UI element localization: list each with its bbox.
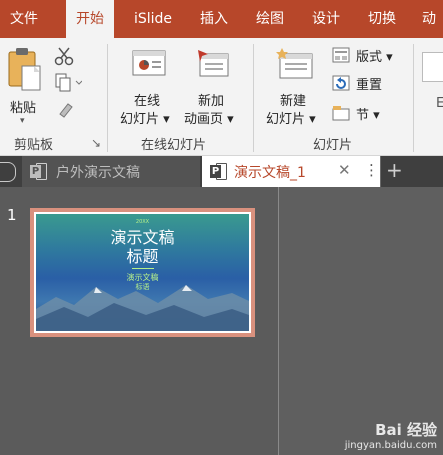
tab-divider bbox=[380, 156, 381, 187]
new-animation-page-label-2: 动画页 ▾ bbox=[184, 112, 234, 127]
tab-outdoor-presentation[interactable]: P 户外演示文稿 bbox=[22, 156, 200, 187]
new-animation-page-button[interactable]: 新加 动画页 ▾ bbox=[184, 46, 248, 130]
slide-title-line-2: 标题 bbox=[126, 247, 159, 266]
add-tab-icon[interactable]: + bbox=[386, 158, 403, 182]
title-underline bbox=[132, 268, 154, 269]
online-slides-label-2: 幻灯片 ▾ bbox=[120, 112, 170, 127]
menu-tab-animations[interactable]: 动 bbox=[414, 0, 443, 38]
reset-label: 重置 bbox=[356, 78, 383, 93]
slide-thumbnail[interactable]: 20XX 演示文稿 标题 演示文稿 标语 bbox=[30, 208, 255, 337]
slides-group-label: 幻灯片 bbox=[313, 138, 353, 153]
menu-tab-design[interactable]: 设计 bbox=[302, 0, 350, 38]
document-tabs-bar: P 户外演示文稿 P 演示文稿_1 ✕ ⋮ + bbox=[0, 156, 443, 187]
ribbon: 粘贴 ▾ 剪贴板 ↘ 在线 幻灯片 ▾ 新加 动画页 ▾ 在线幻灯片 新建 幻灯… bbox=[0, 38, 443, 156]
ribbon-separator bbox=[413, 44, 414, 152]
menu-tab-islide[interactable]: iSlide bbox=[124, 0, 182, 38]
new-slide-label-1: 新建 bbox=[280, 94, 307, 109]
paste-label: 粘贴 bbox=[10, 101, 37, 116]
new-slide-label-2: 幻灯片 ▾ bbox=[266, 112, 316, 127]
section-label: 节 ▾ bbox=[356, 108, 380, 123]
slide-edit-area[interactable] bbox=[279, 187, 443, 455]
ribbon-separator bbox=[107, 44, 108, 152]
section-icon bbox=[332, 106, 350, 121]
menu-tab-home[interactable]: 开始 bbox=[66, 0, 114, 38]
clipboard-group-label: 剪贴板 bbox=[14, 138, 54, 153]
menu-bar: 文件 开始 iSlide 插入 绘图 设计 切换 动 bbox=[0, 0, 443, 38]
copy-icon[interactable] bbox=[54, 72, 82, 92]
menu-tab-transitions[interactable]: 切换 bbox=[358, 0, 406, 38]
online-slides-icon bbox=[132, 50, 166, 76]
tab-scroll-icon[interactable] bbox=[0, 162, 16, 182]
cut-icon[interactable] bbox=[54, 46, 74, 66]
menu-tab-insert[interactable]: 插入 bbox=[190, 0, 238, 38]
online-slides-label-1: 在线 bbox=[134, 94, 161, 109]
slide-subtitle-line-2: 标语 bbox=[135, 283, 150, 291]
tab-label: 户外演示文稿 bbox=[56, 165, 140, 181]
tab-presentation-1[interactable]: P 演示文稿_1 ✕ ⋮ bbox=[202, 156, 380, 187]
more-options-icon[interactable]: ⋮ bbox=[364, 161, 379, 179]
new-animation-page-label-1: 新加 bbox=[198, 94, 225, 109]
tab-label: 演示文稿_1 bbox=[234, 165, 306, 181]
slide-year: 20XX bbox=[135, 219, 150, 225]
menu-tab-file[interactable]: 文件 bbox=[2, 0, 46, 38]
menu-tab-draw[interactable]: 绘图 bbox=[246, 0, 294, 38]
paste-button[interactable]: 粘贴 ▾ bbox=[6, 46, 46, 126]
new-slide-icon bbox=[276, 48, 313, 79]
close-tab-icon[interactable]: ✕ bbox=[338, 161, 351, 179]
slide-preview: 20XX 演示文稿 标题 演示文稿 标语 bbox=[36, 214, 249, 331]
online-slides-button[interactable]: 在线 幻灯片 ▾ bbox=[116, 46, 180, 130]
font-box[interactable] bbox=[422, 52, 443, 82]
ribbon-separator bbox=[253, 44, 254, 152]
online-slides-group-label: 在线幻灯片 bbox=[141, 138, 207, 153]
new-slide-button[interactable]: 新建 幻灯片 ▾ bbox=[262, 46, 328, 130]
new-animation-page-icon bbox=[198, 50, 229, 77]
powerpoint-file-icon: P bbox=[210, 163, 227, 180]
cut-off-ribbon-label: E bbox=[436, 96, 443, 111]
format-painter-icon[interactable] bbox=[56, 100, 76, 120]
baidu-watermark: Bai 经验 jingyan.baidu.com bbox=[345, 419, 437, 451]
clipboard-launcher[interactable]: ↘ bbox=[91, 136, 101, 150]
watermark-url: jingyan.baidu.com bbox=[344, 440, 437, 451]
layout-button[interactable]: 版式 ▾ bbox=[332, 46, 406, 66]
paste-icon bbox=[8, 48, 41, 91]
layout-icon bbox=[332, 47, 350, 63]
slide-title-line-1: 演示文稿 bbox=[110, 228, 175, 247]
layout-label: 版式 ▾ bbox=[356, 50, 393, 65]
section-button[interactable]: 节 ▾ bbox=[332, 104, 406, 124]
paste-dropdown-arrow[interactable]: ▾ bbox=[20, 116, 25, 126]
slide-number: 1 bbox=[7, 206, 17, 224]
reset-button[interactable]: 重置 bbox=[332, 74, 406, 94]
reset-icon bbox=[332, 75, 350, 91]
powerpoint-file-icon: P bbox=[30, 163, 47, 180]
watermark-brand: Bai 经验 bbox=[375, 421, 437, 439]
